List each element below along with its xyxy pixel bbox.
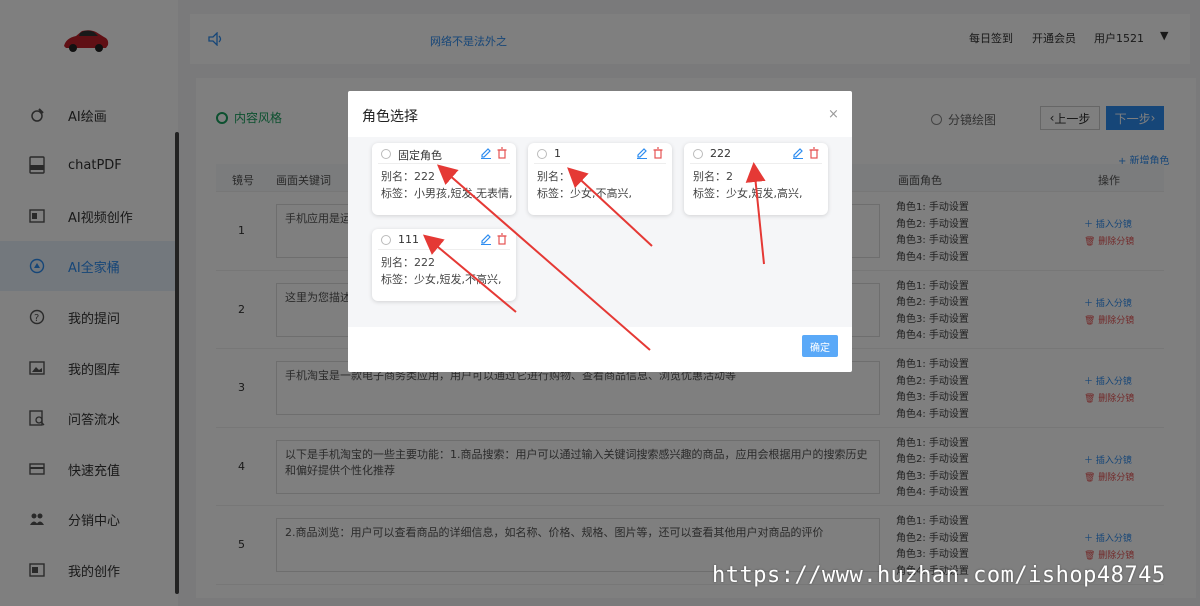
role-card[interactable]: 1 别名： 标签：少女,不高兴, — [528, 143, 672, 215]
role-radio[interactable] — [381, 235, 391, 245]
watermark: https://www.huzhan.com/ishop48745 — [712, 563, 1166, 588]
role-alias: 别名： — [537, 170, 570, 183]
close-icon[interactable]: × — [828, 107, 839, 122]
role-alias: 别名：2 — [693, 170, 733, 183]
role-name: 1 — [554, 147, 561, 160]
role-radio[interactable] — [537, 149, 547, 159]
trash-icon[interactable] — [496, 147, 508, 159]
trash-icon[interactable] — [496, 233, 508, 245]
role-alias: 别名：222 — [381, 256, 435, 269]
role-select-dialog: 角色选择 × 固定角色 别名：222 标签：小男孩,短发,无表情, 1 别名： 标签：少女… — [348, 91, 852, 372]
card-divider — [534, 163, 666, 164]
role-radio[interactable] — [381, 149, 391, 159]
dialog-title: 角色选择 — [362, 109, 418, 125]
edit-icon[interactable] — [480, 233, 492, 245]
role-name: 固定角色 — [398, 149, 442, 162]
trash-icon[interactable] — [808, 147, 820, 159]
role-name: 222 — [710, 147, 731, 160]
role-tags: 标签：少女,短发,不高兴, — [381, 273, 502, 286]
role-tags: 标签：少女,不高兴, — [537, 187, 632, 200]
edit-icon[interactable] — [480, 147, 492, 159]
role-card[interactable]: 111 别名：222 标签：少女,短发,不高兴, — [372, 229, 516, 301]
role-tags: 标签：小男孩,短发,无表情, — [381, 187, 513, 200]
role-card[interactable]: 222 别名：2 标签：少女,短发,高兴, — [684, 143, 828, 215]
role-card[interactable]: 固定角色别名：222 标签：小男孩,短发,无表情, — [372, 143, 516, 215]
card-divider — [690, 163, 822, 164]
card-divider — [378, 249, 510, 250]
role-name: 111 — [398, 233, 419, 246]
trash-icon[interactable] — [652, 147, 664, 159]
confirm-button[interactable]: 确定 — [802, 335, 838, 357]
role-tags: 标签：少女,短发,高兴, — [693, 187, 803, 200]
edit-icon[interactable] — [792, 147, 804, 159]
card-divider — [378, 163, 510, 164]
role-alias: 别名：222 — [381, 170, 435, 183]
role-radio[interactable] — [693, 149, 703, 159]
edit-icon[interactable] — [636, 147, 648, 159]
role-card-list: 固定角色 别名：222 标签：小男孩,短发,无表情, 1 别名： 标签：少女,不高兴, 22… — [348, 137, 852, 327]
